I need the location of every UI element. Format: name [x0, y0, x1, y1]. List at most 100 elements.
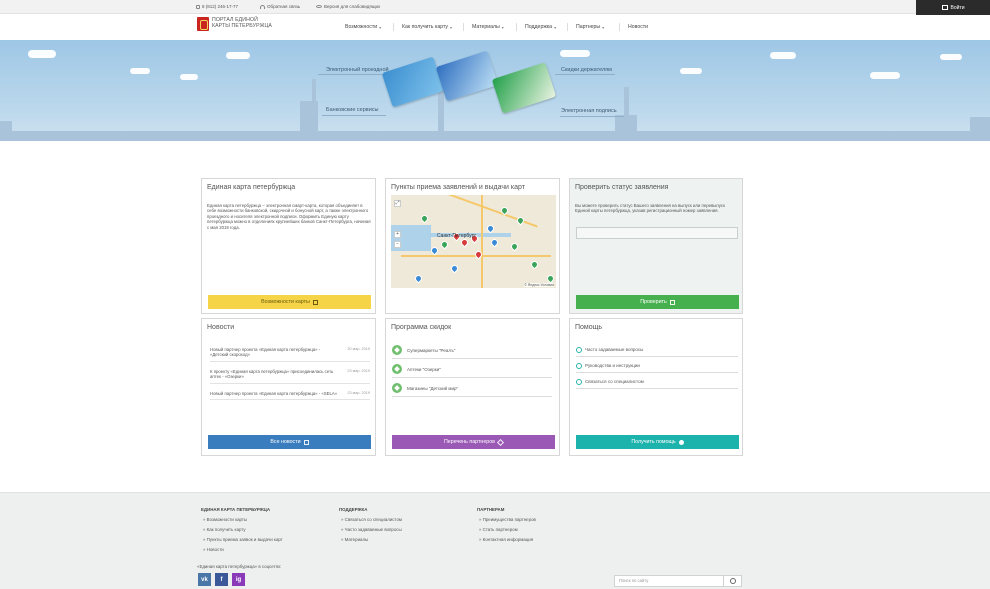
news-item[interactable]: Новый партнер проекта «Единая карта пете…: [210, 347, 370, 362]
help-item[interactable]: Связаться со специалистом: [576, 375, 738, 389]
status-panel: Проверить статус заявления Вы можете про…: [569, 178, 743, 314]
nav-support[interactable]: Поддержка ▾: [525, 24, 556, 30]
footer-link[interactable]: » Материалы: [341, 537, 368, 542]
map-fullscreen-icon[interactable]: ⤢: [394, 200, 401, 207]
site-header: Портал единой карты Петербуржца Возможно…: [0, 15, 990, 40]
check-status-button[interactable]: Проверить: [576, 295, 739, 309]
nav-partners[interactable]: Партнеры ▾: [576, 24, 604, 30]
chevron-down-icon: ▾: [602, 24, 605, 30]
partner-item[interactable]: Магазины "Детский мир": [392, 380, 552, 397]
cloud: [130, 68, 150, 74]
cloud: [226, 52, 250, 59]
question-icon: [576, 346, 582, 353]
cloud: [870, 72, 900, 79]
search-input[interactable]: Поиск по сайту: [619, 578, 648, 583]
social-title: «Единая карта петербуржца» в соцсетях:: [197, 564, 282, 569]
panel-text: Единая карта петербуржца – электронная с…: [207, 203, 371, 230]
nav-materials[interactable]: Материалы ▾: [472, 24, 504, 30]
footer-link[interactable]: » Новости: [203, 547, 224, 552]
get-help-button[interactable]: Получить помощь: [576, 435, 739, 449]
map-pin-icon[interactable]: [485, 223, 496, 234]
partner-item[interactable]: Аптеки "Озерки": [392, 361, 552, 378]
cloud: [28, 50, 56, 58]
top-bar: 8 (812) 246-17-77 Обратная связь Версия …: [0, 0, 990, 14]
panel-title: Программа скидок: [391, 324, 452, 331]
application-number-input[interactable]: [576, 227, 738, 239]
map-pin-icon[interactable]: [545, 273, 556, 284]
map-pin-icon[interactable]: [529, 259, 540, 270]
copy-icon: [303, 439, 309, 445]
phone-icon: [196, 4, 200, 9]
hero-label-signature: Электронная подпись: [561, 108, 617, 114]
map-pin-icon[interactable]: [509, 241, 520, 252]
monitor-icon: [941, 5, 948, 10]
points-map[interactable]: ⤢ + − Санкт-Петербург © Яндекс Условия: [391, 195, 556, 288]
footer-link[interactable]: » Контактная информация: [479, 537, 533, 542]
nav-how-to-get[interactable]: Как получить карту ▾: [402, 24, 452, 30]
footer-col-title: Партнерам: [477, 507, 505, 512]
panel-text: Вы можете проверить статус Вашего заявле…: [575, 203, 725, 214]
help-item[interactable]: Руководства и инструкции: [576, 359, 738, 373]
login-button[interactable]: Войти: [916, 0, 990, 15]
map-pin-icon[interactable]: [413, 273, 424, 284]
footer-col-title: Поддержка: [339, 507, 368, 512]
footer-link[interactable]: » Как получить карту: [203, 527, 246, 532]
all-news-button[interactable]: Все новости: [208, 435, 371, 449]
hero-label-bank: Банковские сервисы: [326, 107, 379, 113]
bank-card-image: [381, 56, 445, 108]
news-panel: Новости Новый партнер проекта «Единая ка…: [201, 318, 376, 456]
footer-link[interactable]: » Преимущества партнеров: [479, 517, 536, 522]
chevron-down-icon: ▾: [450, 24, 453, 30]
footer-link[interactable]: » Стать партнером: [479, 527, 518, 532]
map-credit[interactable]: © Яндекс Условия: [524, 283, 554, 287]
zoom-in-button[interactable]: +: [394, 231, 401, 238]
instagram-icon[interactable]: ig: [232, 573, 245, 586]
footer-link[interactable]: » Связаться со специалистом: [341, 517, 402, 522]
news-item[interactable]: Новый партнер проекта «Единая карта пете…: [210, 391, 370, 401]
map-pin-icon[interactable]: [419, 213, 430, 224]
facebook-icon[interactable]: f: [215, 573, 228, 586]
help-circle-icon: [678, 439, 684, 445]
tag-icon: [496, 438, 505, 446]
help-item[interactable]: Часто задаваемые вопросы: [576, 343, 738, 357]
eye-icon: [316, 5, 322, 8]
cloud: [680, 68, 702, 74]
phone-link[interactable]: 8 (812) 246-17-77: [196, 4, 238, 9]
map-pin-icon[interactable]: [489, 237, 500, 248]
footer-link[interactable]: » Часто задаваемые вопросы: [341, 527, 402, 532]
tag-icon: [392, 345, 402, 355]
map-pin-icon[interactable]: [449, 263, 460, 274]
partner-item[interactable]: Супермаркеты "Реалъ": [392, 342, 552, 359]
feedback-link[interactable]: Обратная связь: [260, 4, 300, 9]
list-icon: [312, 299, 318, 305]
vk-icon[interactable]: vk: [198, 573, 211, 586]
site-logo[interactable]: Портал единой карты Петербуржца: [197, 17, 272, 31]
nav-news[interactable]: Новости: [628, 24, 648, 30]
card-features-button[interactable]: Возможности карты: [208, 295, 371, 309]
panel-title: Проверить статус заявления: [575, 184, 669, 191]
search-icon[interactable]: [723, 576, 741, 586]
hero-banner: Электронный проездной Скидки держателям …: [0, 40, 990, 141]
panel-title: Помощь: [575, 324, 603, 331]
headset-icon: [260, 4, 265, 9]
map-pin-icon[interactable]: [429, 245, 440, 256]
footer-col-title: Единая карта петербуржца: [201, 507, 271, 512]
footer-link[interactable]: » Пункты приема заявок и выдачи карт: [203, 537, 283, 542]
coat-of-arms-icon: [197, 17, 209, 31]
map-pin-icon[interactable]: [439, 239, 450, 250]
map-pin-icon[interactable]: [459, 237, 470, 248]
tag-icon: [392, 364, 402, 374]
site-footer: Единая карта петербуржца » Возможности к…: [0, 492, 990, 589]
cloud: [180, 74, 198, 80]
zoom-out-button[interactable]: −: [394, 241, 401, 248]
footer-search[interactable]: Поиск по сайту: [614, 575, 742, 587]
accessibility-link[interactable]: Версия для слабовидящих: [316, 4, 380, 9]
map-pin-icon[interactable]: [515, 215, 526, 226]
news-item[interactable]: К проекту «Единая карта петербуржца» при…: [210, 369, 370, 384]
tag-icon: [392, 383, 402, 393]
card-info-panel: Единая карта петербуржца Единая карта пе…: [201, 178, 376, 314]
footer-link[interactable]: » Возможности карты: [203, 517, 247, 522]
partners-list-button[interactable]: Перечень партнеров: [392, 435, 555, 449]
chevron-down-icon: ▾: [554, 24, 557, 30]
nav-features[interactable]: Возможности ▾: [345, 24, 381, 30]
